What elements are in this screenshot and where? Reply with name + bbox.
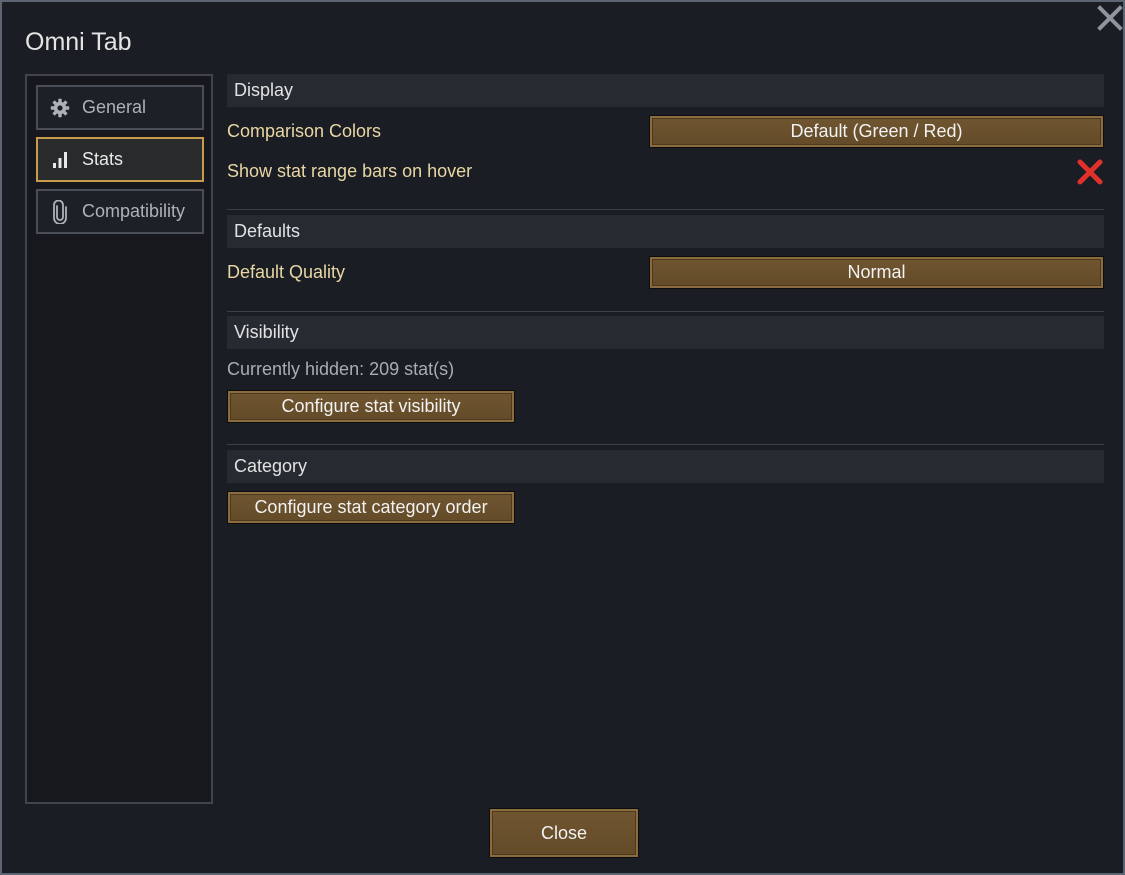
paperclip-icon <box>49 199 71 224</box>
sidebar-item-label: Compatibility <box>82 201 186 221</box>
default-quality-button[interactable]: Normal <box>649 256 1104 289</box>
sidebar-item-compatibility[interactable]: Compatibility <box>36 189 204 234</box>
section-header-visibility: Visibility <box>227 316 1104 349</box>
divider <box>227 444 1104 445</box>
range-bars-label: Show stat range bars on hover <box>227 161 473 181</box>
divider <box>227 311 1104 312</box>
comparison-colors-label: Comparison Colors <box>227 121 382 141</box>
bar-chart-icon <box>49 149 71 171</box>
sidebar-item-general[interactable]: General <box>36 85 204 130</box>
sidebar: General Stats Compatibility <box>25 74 213 804</box>
configure-visibility-button[interactable]: Configure stat visibility <box>227 390 515 423</box>
hidden-stats-count: Currently hidden: 209 stat(s) <box>227 359 455 379</box>
window-title: Omni Tab <box>25 28 132 56</box>
sidebar-item-label: General <box>82 97 147 117</box>
divider <box>227 209 1104 210</box>
section-header-defaults: Defaults <box>227 215 1104 248</box>
close-icon[interactable] <box>1096 4 1124 32</box>
section-header-category: Category <box>227 450 1104 483</box>
default-quality-label: Default Quality <box>227 262 346 282</box>
sidebar-item-stats[interactable]: Stats <box>36 137 204 182</box>
checkbox-off-icon[interactable] <box>1075 157 1105 187</box>
sidebar-item-label: Stats <box>82 149 124 169</box>
configure-category-order-button[interactable]: Configure stat category order <box>227 491 515 524</box>
gear-icon <box>49 97 71 119</box>
close-button[interactable]: Close <box>489 808 639 858</box>
section-header-display: Display <box>227 74 1104 107</box>
comparison-colors-button[interactable]: Default (Green / Red) <box>649 115 1104 148</box>
settings-window: Omni Tab General Stats Compatibility Dis… <box>0 0 1125 875</box>
